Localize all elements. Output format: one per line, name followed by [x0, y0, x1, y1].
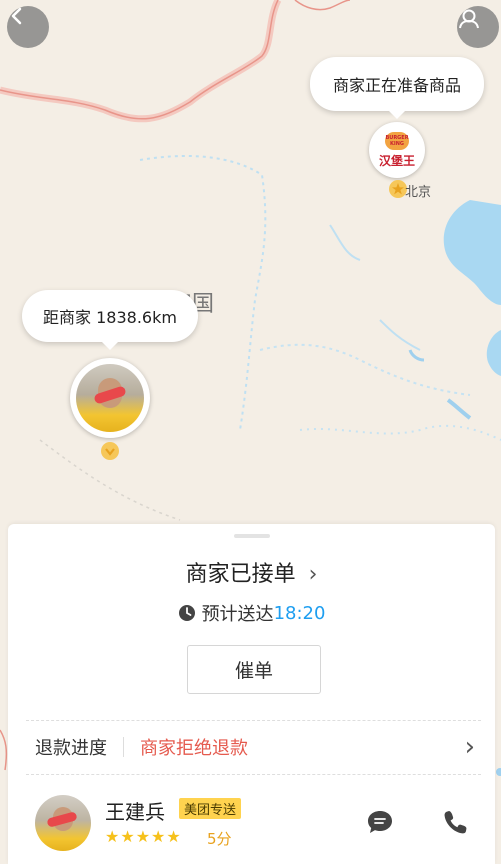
- divider: [26, 774, 481, 775]
- rider-name: 王建兵: [105, 800, 165, 824]
- rider-rating-stars: ★★★★★: [105, 827, 182, 846]
- customer-service-button[interactable]: [457, 6, 499, 48]
- chat-icon[interactable]: [366, 808, 394, 836]
- chevron-left-icon: [11, 7, 22, 25]
- urge-order-button[interactable]: 催单: [187, 645, 321, 694]
- eta-time: 18:20: [273, 602, 326, 624]
- rider-map-avatar: [76, 364, 144, 432]
- order-status-row[interactable]: 商家已接单 ›: [8, 556, 495, 588]
- delivery-type-badge: 美团专送: [179, 798, 242, 819]
- rider-distance-text: 距商家 1838.6km: [43, 308, 177, 327]
- eta-row: 预计送达 18:20: [8, 600, 495, 626]
- chevron-right-icon: ›: [464, 732, 475, 762]
- rider-avatar[interactable]: [35, 795, 91, 851]
- eta-label: 预计送达: [201, 604, 274, 625]
- logo-line2: KING: [389, 140, 405, 147]
- refund-label: 退款进度: [35, 738, 107, 759]
- drag-handle[interactable]: [234, 534, 270, 538]
- rider-info-row: 王建兵 美团专送 ★★★★★ 5分: [8, 786, 495, 864]
- merchant-status-text: 商家正在准备商品: [332, 76, 461, 95]
- city-label: 北京: [405, 185, 432, 200]
- star-icon: ★: [166, 827, 181, 846]
- headset-icon: [459, 9, 479, 29]
- order-status-panel: 商家已接单 › 预计送达 18:20 催单 退款进度 商家拒绝退款 › 王建兵 美…: [8, 524, 495, 864]
- star-icon: ★: [120, 827, 135, 846]
- star-icon: ★: [105, 827, 120, 846]
- back-button[interactable]: [7, 6, 49, 48]
- star-icon: ★: [135, 827, 151, 846]
- merchant-logo-text: 汉堡王: [378, 153, 415, 168]
- refund-progress-row[interactable]: 退款进度 商家拒绝退款 ›: [8, 724, 495, 770]
- urge-order-label: 催单: [234, 660, 273, 682]
- order-status-text: 商家已接单: [185, 562, 296, 587]
- vertical-divider: [123, 737, 124, 757]
- divider: [26, 720, 481, 721]
- rider-marker[interactable]: [70, 358, 150, 438]
- refund-status: 商家拒绝退款: [140, 738, 248, 759]
- burger-king-logo: BURGER KING: [385, 131, 409, 150]
- chevron-right-icon: ›: [308, 562, 318, 587]
- rider-rating: 5分: [207, 830, 232, 848]
- clock-icon: [178, 605, 195, 621]
- phone-icon[interactable]: [442, 808, 470, 836]
- rider-distance-bubble: 距商家 1838.6km: [22, 290, 198, 350]
- rider-location-pin-icon: [101, 442, 119, 460]
- merchant-status-bubble: 商家正在准备商品: [310, 57, 484, 119]
- merchant-marker[interactable]: BURGER KING 汉堡王: [369, 122, 425, 178]
- star-icon: ★: [151, 827, 166, 846]
